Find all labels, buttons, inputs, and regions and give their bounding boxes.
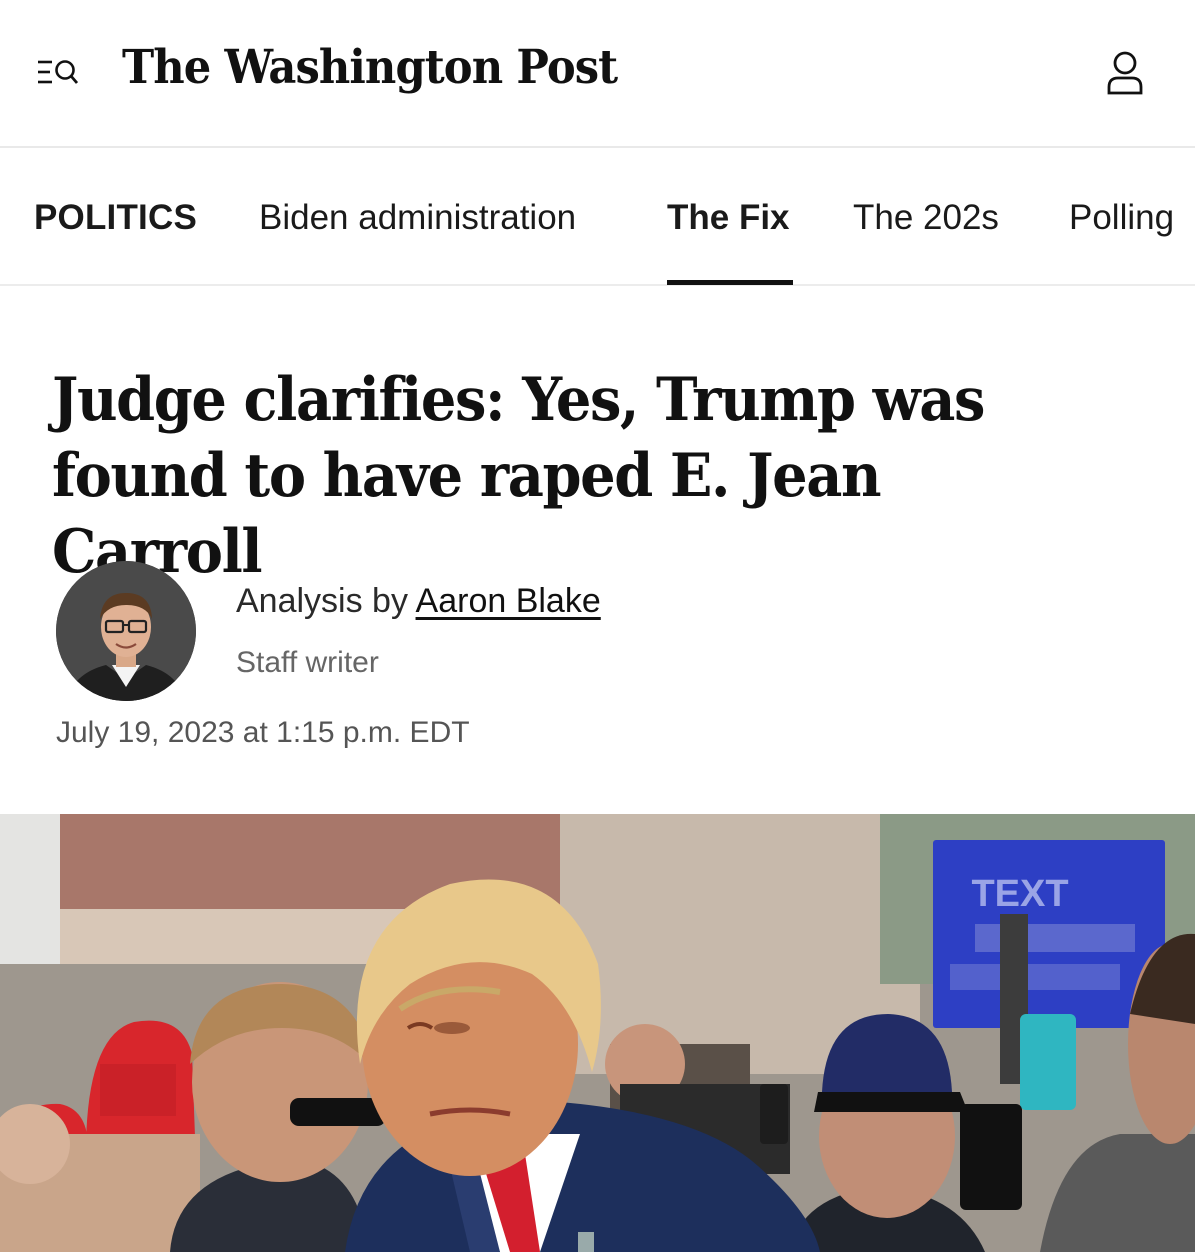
nav-item-the-fix[interactable]: The Fix	[667, 198, 790, 238]
author-link[interactable]: Aaron Blake	[416, 582, 601, 620]
byline: Analysis by Aaron Blake	[236, 582, 601, 621]
site-header: The Washington Post	[0, 0, 1195, 148]
author-avatar[interactable]	[56, 561, 196, 701]
menu-search-icon[interactable]	[36, 56, 80, 92]
author-role: Staff writer	[236, 646, 379, 679]
security-agent	[170, 982, 386, 1252]
nav-item-biden-administration[interactable]: Biden administration	[259, 198, 576, 238]
protest-sign-text: TEXT	[971, 873, 1068, 915]
section-label-politics[interactable]: POLITICS	[34, 198, 197, 238]
masthead-logo[interactable]: The Washington Post	[122, 40, 618, 95]
lead-photo[interactable]: TEXT	[0, 814, 1195, 1252]
phone-icon	[1020, 1014, 1076, 1110]
protest-sign: TEXT	[933, 840, 1165, 1028]
section-nav: POLITICS Biden administration The Fix Th…	[0, 150, 1195, 286]
publish-date: July 19, 2023 at 1:15 p.m. EDT	[56, 716, 470, 749]
nav-item-the-202s[interactable]: The 202s	[853, 198, 999, 238]
phone-icon	[960, 1104, 1022, 1210]
article-headline: Judge clarifies: Yes, Trump was found to…	[52, 365, 985, 587]
active-nav-indicator	[667, 280, 793, 285]
byline-prefix: Analysis by	[236, 582, 416, 620]
nav-item-polling[interactable]: Polling	[1069, 198, 1174, 238]
account-icon[interactable]	[1104, 50, 1146, 96]
